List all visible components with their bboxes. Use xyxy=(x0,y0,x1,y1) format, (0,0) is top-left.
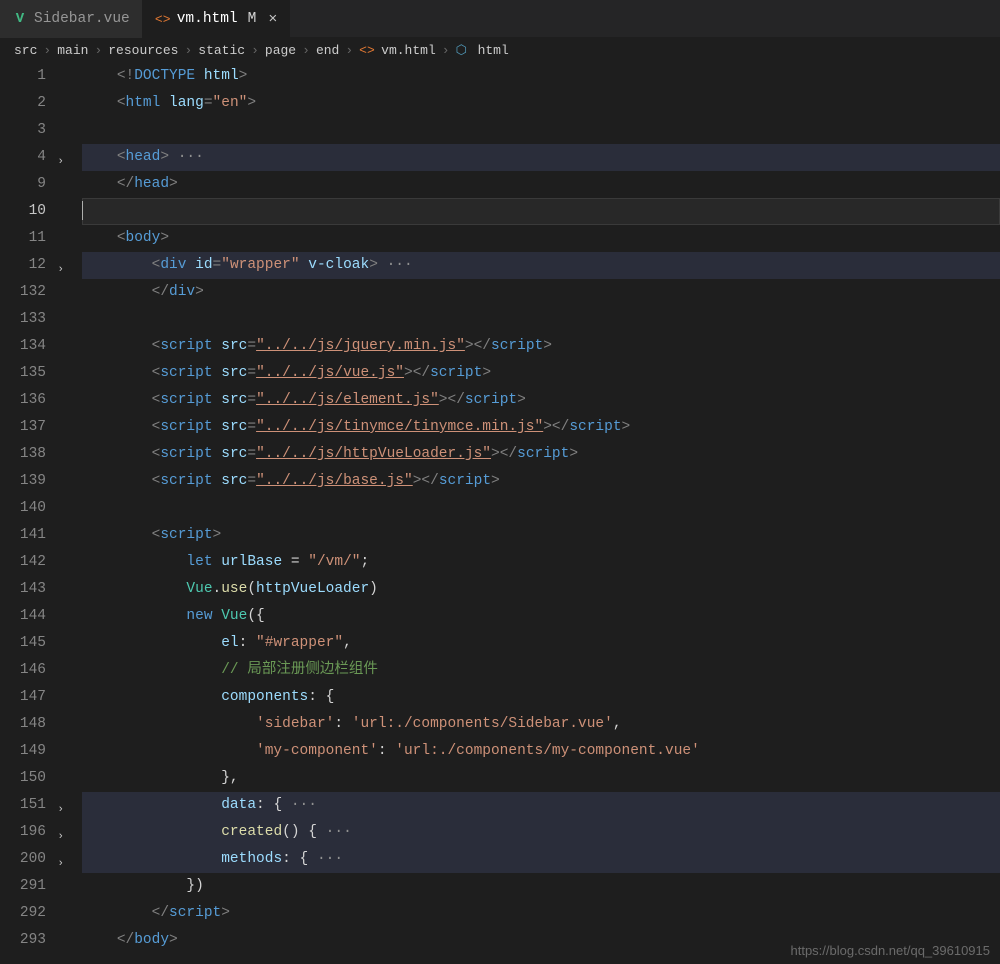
line-number: 12› xyxy=(0,252,46,279)
line-number: 10 xyxy=(0,198,46,225)
vue-icon: V xyxy=(12,11,28,27)
line-number: 143 xyxy=(0,576,46,603)
code-line[interactable]: data: { ··· xyxy=(82,792,1000,819)
line-number: 3 xyxy=(0,117,46,144)
code-line[interactable]: // 局部注册侧边栏组件 xyxy=(82,657,1000,684)
tab-sidebar-vue[interactable]: V Sidebar.vue xyxy=(0,0,143,38)
code-line[interactable]: <script src="../../js/tinymce/tinymce.mi… xyxy=(82,414,1000,441)
code-line[interactable] xyxy=(82,306,1000,333)
line-number: 133 xyxy=(0,306,46,333)
text-cursor xyxy=(82,201,83,220)
code-line[interactable]: <script src="../../js/jquery.min.js"></s… xyxy=(82,333,1000,360)
line-number: 292 xyxy=(0,900,46,927)
line-number: 139 xyxy=(0,468,46,495)
close-icon[interactable]: × xyxy=(268,11,277,28)
html-icon: <> xyxy=(155,11,171,27)
line-number: 293 xyxy=(0,927,46,954)
watermark: https://blog.csdn.net/qq_39610915 xyxy=(791,943,991,958)
crumb[interactable]: page xyxy=(265,43,296,58)
code-line[interactable]: <!DOCTYPE html> xyxy=(82,63,1000,90)
line-number: 200› xyxy=(0,846,46,873)
fold-icon[interactable]: › xyxy=(57,851,64,878)
line-number: 11 xyxy=(0,225,46,252)
crumb-symbol[interactable]: html xyxy=(478,43,509,58)
code-line[interactable]: let urlBase = "/vm/"; xyxy=(82,549,1000,576)
tab-label: Sidebar.vue xyxy=(34,11,130,27)
line-number: 132 xyxy=(0,279,46,306)
crumb[interactable]: src xyxy=(14,43,37,58)
fold-icon[interactable]: › xyxy=(57,257,64,284)
line-number: 151› xyxy=(0,792,46,819)
code-line[interactable]: <div id="wrapper" v-cloak> ··· xyxy=(82,252,1000,279)
code-line[interactable]: Vue.use(httpVueLoader) xyxy=(82,576,1000,603)
code-line[interactable]: methods: { ··· xyxy=(82,846,1000,873)
code-editor[interactable]: 1234›9101112›132133134135136137138139140… xyxy=(0,63,1000,959)
line-number: 144 xyxy=(0,603,46,630)
line-gutter: 1234›9101112›132133134135136137138139140… xyxy=(0,63,60,959)
code-line[interactable]: </head> xyxy=(82,171,1000,198)
code-line[interactable] xyxy=(82,198,1000,225)
code-line[interactable]: el: "#wrapper", xyxy=(82,630,1000,657)
code-line[interactable]: </script> xyxy=(82,900,1000,927)
line-number: 4› xyxy=(0,144,46,171)
line-number: 146 xyxy=(0,657,46,684)
code-line[interactable]: new Vue({ xyxy=(82,603,1000,630)
code-line[interactable]: components: { xyxy=(82,684,1000,711)
code-line[interactable]: <script src="../../js/base.js"></script> xyxy=(82,468,1000,495)
code-line[interactable]: <head> ··· xyxy=(82,144,1000,171)
line-number: 147 xyxy=(0,684,46,711)
code-line[interactable]: <script> xyxy=(82,522,1000,549)
crumb-file[interactable]: vm.html xyxy=(381,43,436,58)
crumb[interactable]: end xyxy=(316,43,339,58)
tab-bar: V Sidebar.vue <> vm.html M × xyxy=(0,0,1000,38)
fold-icon[interactable]: › xyxy=(57,824,64,851)
code-line[interactable]: <html lang="en"> xyxy=(82,90,1000,117)
line-number: 140 xyxy=(0,495,46,522)
crumb[interactable]: static xyxy=(198,43,245,58)
line-number: 137 xyxy=(0,414,46,441)
html-file-icon: <> xyxy=(359,43,373,58)
line-number: 141 xyxy=(0,522,46,549)
line-number: 148 xyxy=(0,711,46,738)
code-line[interactable] xyxy=(82,117,1000,144)
line-number: 196› xyxy=(0,819,46,846)
line-number: 136 xyxy=(0,387,46,414)
line-number: 134 xyxy=(0,333,46,360)
code-line[interactable]: <script src="../../js/httpVueLoader.js">… xyxy=(82,441,1000,468)
crumb[interactable]: main xyxy=(57,43,88,58)
line-number: 145 xyxy=(0,630,46,657)
tab-label: vm.html xyxy=(177,11,238,27)
line-number: 1 xyxy=(0,63,46,90)
line-number: 142 xyxy=(0,549,46,576)
code-line[interactable] xyxy=(82,495,1000,522)
line-number: 2 xyxy=(0,90,46,117)
code-line[interactable]: created() { ··· xyxy=(82,819,1000,846)
fold-icon[interactable]: › xyxy=(57,797,64,824)
code-area[interactable]: <!DOCTYPE html> <html lang="en"> <head> … xyxy=(60,63,1000,959)
line-number: 291 xyxy=(0,873,46,900)
fold-icon[interactable]: › xyxy=(57,149,64,176)
line-number: 149 xyxy=(0,738,46,765)
breadcrumb[interactable]: src› main› resources› static› page› end›… xyxy=(0,38,1000,63)
code-line[interactable]: <body> xyxy=(82,225,1000,252)
line-number: 138 xyxy=(0,441,46,468)
crumb[interactable]: resources xyxy=(108,43,178,58)
code-line[interactable]: <script src="../../js/element.js"></scri… xyxy=(82,387,1000,414)
modified-indicator: M xyxy=(248,11,257,27)
code-line[interactable]: 'my-component': 'url:./components/my-com… xyxy=(82,738,1000,765)
line-number: 9 xyxy=(0,171,46,198)
code-line[interactable]: 'sidebar': 'url:./components/Sidebar.vue… xyxy=(82,711,1000,738)
code-line[interactable]: }) xyxy=(82,873,1000,900)
code-line[interactable]: }, xyxy=(82,765,1000,792)
line-number: 150 xyxy=(0,765,46,792)
line-number: 135 xyxy=(0,360,46,387)
code-line[interactable]: </div> xyxy=(82,279,1000,306)
code-line[interactable]: <script src="../../js/vue.js"></script> xyxy=(82,360,1000,387)
symbol-icon: ⬡ xyxy=(456,43,470,58)
tab-vm-html[interactable]: <> vm.html M × xyxy=(143,0,291,38)
